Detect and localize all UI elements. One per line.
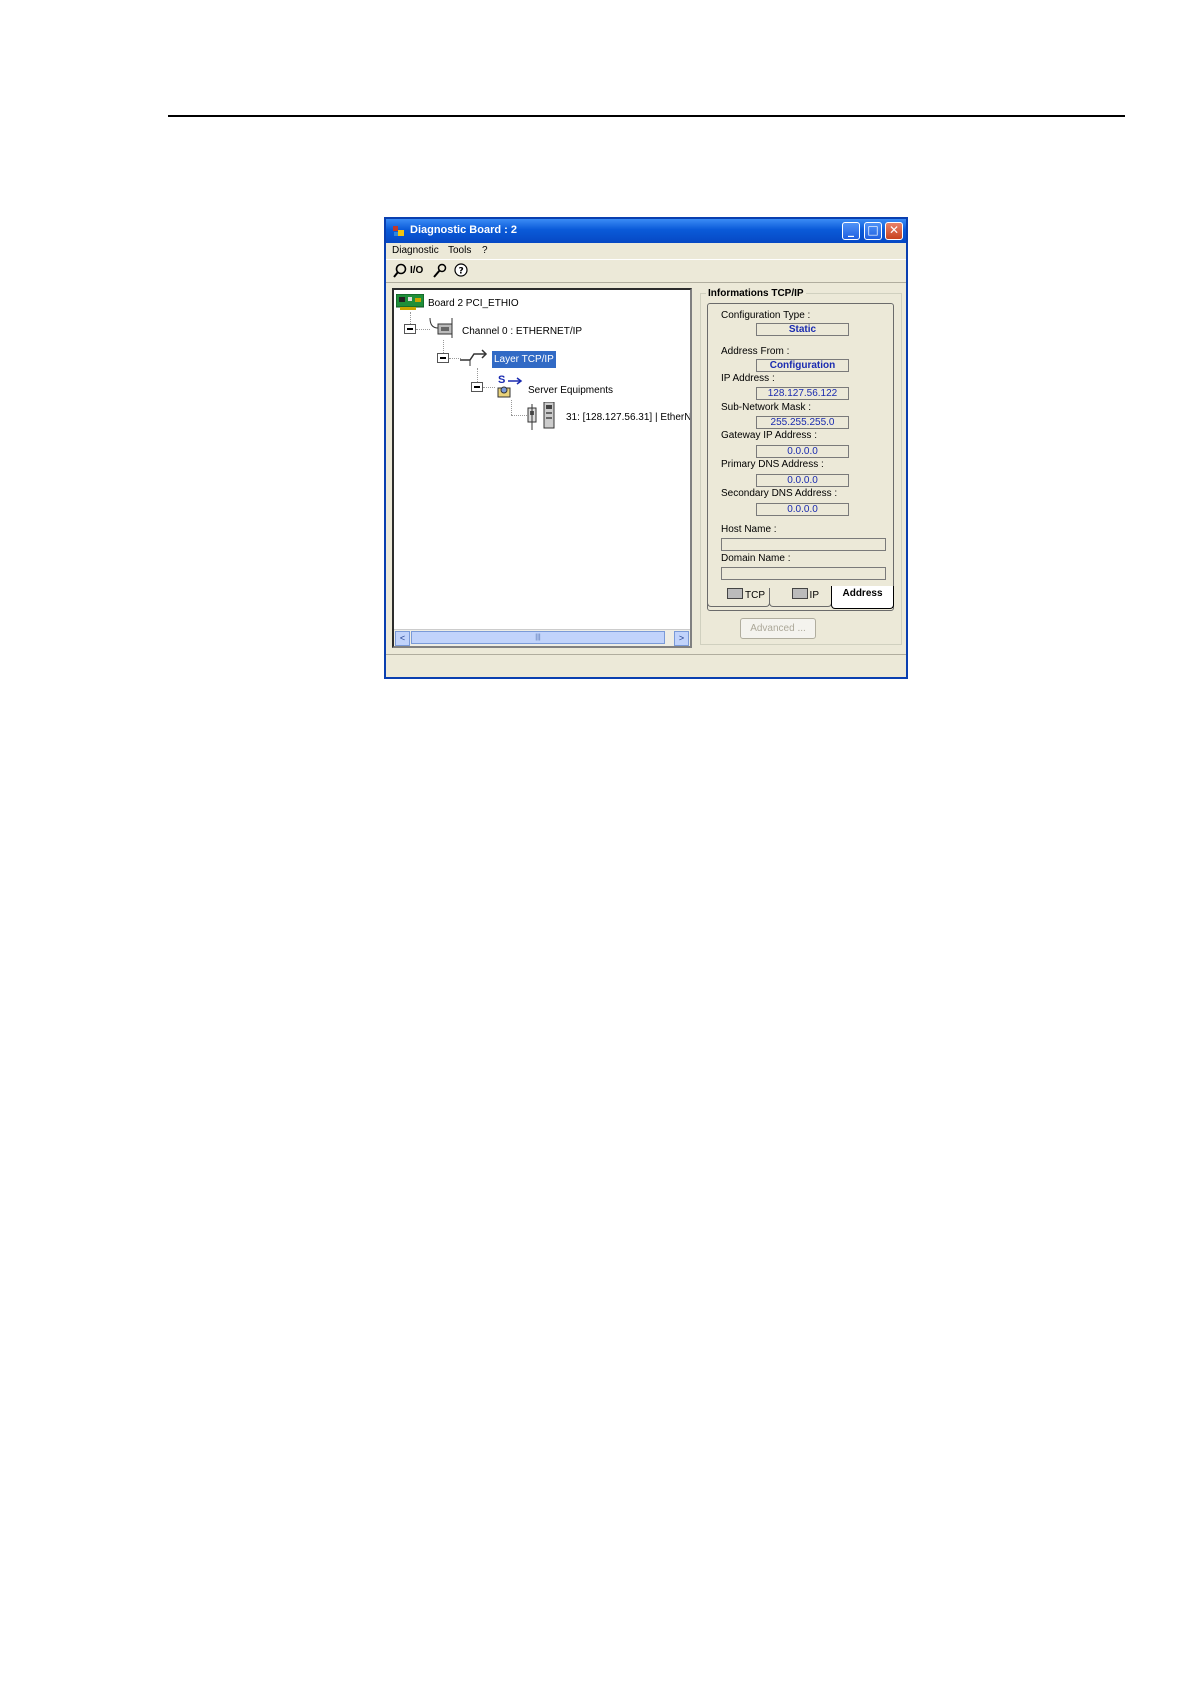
tab-address-label: Address bbox=[842, 588, 883, 599]
tab-address[interactable]: Address bbox=[831, 586, 894, 609]
tree-connector bbox=[443, 340, 444, 353]
tree-item-equipment[interactable]: 31: [128.127.56.31] | EtherN bbox=[566, 412, 690, 423]
subnet-mask-label: Sub-Network Mask : bbox=[721, 402, 812, 413]
tree-item-board[interactable]: Board 2 PCI_ETHIO bbox=[428, 298, 519, 309]
primary-dns-label: Primary DNS Address : bbox=[721, 459, 824, 470]
svg-text:?: ? bbox=[459, 267, 464, 277]
io-icon[interactable]: I/O bbox=[410, 265, 423, 281]
secondary-dns-value: 0.0.0.0 bbox=[756, 503, 849, 516]
ip-address-label: IP Address : bbox=[721, 373, 775, 384]
server-icon bbox=[497, 377, 523, 398]
channel-icon bbox=[429, 318, 453, 338]
gateway-value: 0.0.0.0 bbox=[756, 445, 849, 458]
primary-dns-value: 0.0.0.0 bbox=[756, 474, 849, 487]
maximize-button[interactable]: □ bbox=[864, 222, 882, 240]
search-icon[interactable] bbox=[392, 263, 408, 279]
tree-connector bbox=[511, 400, 512, 415]
configuration-type-value: Static bbox=[756, 323, 849, 336]
tree-item-server[interactable]: Server Equipments bbox=[528, 385, 613, 396]
scroll-right-button[interactable]: > bbox=[674, 631, 689, 646]
horizontal-scrollbar[interactable]: < ||| > bbox=[394, 629, 690, 646]
equipment-icon bbox=[527, 402, 555, 430]
app-icon bbox=[393, 226, 404, 236]
tab-ip-label: IP bbox=[809, 590, 819, 601]
menu-diagnostic[interactable]: Diagnostic bbox=[392, 245, 439, 256]
secondary-dns-label: Secondary DNS Address : bbox=[721, 488, 838, 499]
tcp-tab-icon bbox=[727, 588, 743, 599]
collapse-layer-toggle[interactable] bbox=[471, 382, 483, 392]
diagnostic-board-window: Diagnostic Board : 2 _ □ ✕ Diagnostic To… bbox=[384, 217, 908, 679]
pci-board-icon bbox=[396, 294, 424, 310]
tree-item-layer[interactable]: Layer TCP/IP bbox=[492, 351, 556, 368]
status-bar bbox=[386, 654, 906, 677]
toolbar: I/O ? bbox=[386, 259, 906, 283]
tab-strip: TCP IP Address bbox=[707, 586, 894, 611]
minimize-button[interactable]: _ bbox=[842, 222, 860, 240]
group-title: Informations TCP/IP bbox=[706, 288, 806, 299]
title-bar[interactable]: Diagnostic Board : 2 _ □ ✕ bbox=[386, 219, 906, 243]
tree-item-channel[interactable]: Channel 0 : ETHERNET/IP bbox=[462, 326, 582, 337]
tab-tcp[interactable]: TCP bbox=[707, 588, 770, 607]
ip-address-value: 128.127.56.122 bbox=[756, 387, 849, 400]
help-icon[interactable]: ? bbox=[452, 263, 468, 279]
configuration-type-label: Configuration Type : bbox=[721, 310, 811, 321]
tree-connector bbox=[511, 415, 527, 416]
address-from-label: Address From : bbox=[721, 346, 790, 357]
domain-name-label: Domain Name : bbox=[721, 553, 791, 564]
subnet-mask-value: 255.255.255.0 bbox=[756, 416, 849, 429]
collapse-channel-toggle[interactable] bbox=[437, 353, 449, 363]
tree-pane[interactable]: Board 2 PCI_ETHIO Channel 0 : ETHERNET/I… bbox=[392, 288, 692, 648]
network-layer-icon bbox=[460, 349, 488, 366]
menu-bar: Diagnostic Tools ? bbox=[386, 243, 906, 259]
host-name-label: Host Name : bbox=[721, 524, 777, 535]
scroll-left-button[interactable]: < bbox=[395, 631, 410, 646]
tcpip-info-group: Informations TCP/IP Configuration Type :… bbox=[700, 288, 902, 645]
host-name-value bbox=[721, 538, 886, 551]
wrench-icon[interactable] bbox=[432, 263, 448, 279]
page-header-rule bbox=[168, 115, 1125, 117]
gateway-label: Gateway IP Address : bbox=[721, 430, 817, 441]
menu-tools[interactable]: Tools bbox=[448, 245, 471, 256]
menu-help[interactable]: ? bbox=[482, 245, 488, 256]
tree-connector bbox=[477, 368, 478, 382]
tab-tcp-label: TCP bbox=[745, 590, 765, 601]
address-panel: Configuration Type : Static Address From… bbox=[707, 303, 894, 611]
window-title: Diagnostic Board : 2 bbox=[410, 224, 517, 236]
advanced-button[interactable]: Advanced ... bbox=[740, 618, 816, 639]
scroll-thumb[interactable]: ||| bbox=[411, 631, 665, 644]
address-from-value: Configuration bbox=[756, 359, 849, 372]
close-button[interactable]: ✕ bbox=[885, 222, 903, 240]
domain-name-value bbox=[721, 567, 886, 580]
ip-tab-icon bbox=[791, 588, 808, 599]
tree-connector bbox=[410, 312, 411, 324]
tab-ip[interactable]: IP bbox=[769, 588, 832, 607]
collapse-board-toggle[interactable] bbox=[404, 324, 416, 334]
